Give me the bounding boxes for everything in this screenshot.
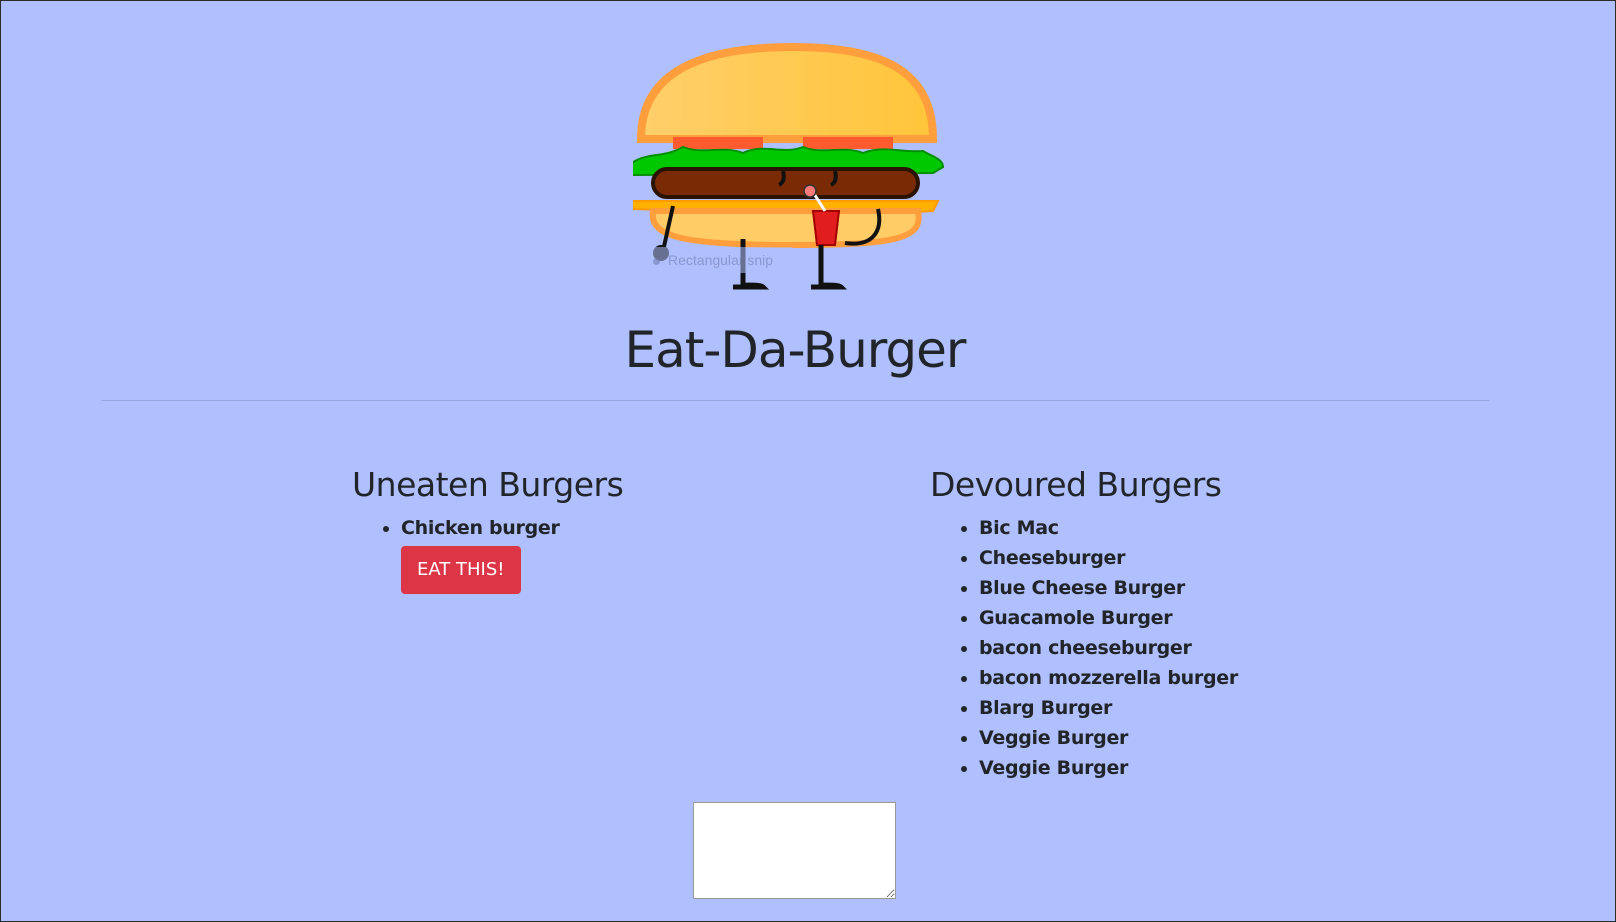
- header-divider: [101, 400, 1489, 401]
- list-item: Guacamole Burger: [979, 603, 1238, 633]
- uneaten-burgers-heading: Uneaten Burgers: [352, 465, 624, 504]
- burger-name-input[interactable]: [693, 802, 896, 899]
- list-item: Blarg Burger: [979, 693, 1238, 723]
- uneaten-burgers-list: Chicken burger EAT THIS!: [352, 513, 623, 594]
- uneaten-burgers-column: Uneaten Burgers Chicken burger EAT THIS!: [352, 461, 624, 594]
- list-item: Cheeseburger: [979, 543, 1238, 573]
- screen-snip-overlay: Rectangular snip: [643, 247, 793, 273]
- list-item: bacon mozzerella burger: [979, 663, 1238, 693]
- eat-this-button[interactable]: EAT THIS!: [401, 546, 521, 594]
- list-item: Veggie Burger: [979, 723, 1238, 753]
- list-item: Veggie Burger: [979, 753, 1238, 783]
- list-item: Chicken burger EAT THIS!: [401, 513, 623, 594]
- page-frame: Rectangular snip Eat-Da-Burger Uneaten B…: [0, 0, 1616, 922]
- page-title: Eat-Da-Burger: [624, 321, 966, 379]
- list-item: Blue Cheese Burger: [979, 573, 1238, 603]
- list-item: bacon cheeseburger: [979, 633, 1238, 663]
- devoured-burgers-column: Devoured Burgers Bic Mac Cheeseburger Bl…: [930, 461, 1238, 783]
- burger-name: Chicken burger: [401, 517, 560, 539]
- snip-overlay-label: Rectangular snip: [668, 252, 774, 268]
- list-item: Bic Mac: [979, 513, 1238, 543]
- snip-record-icon: [653, 257, 660, 265]
- devoured-burgers-list: Bic Mac Cheeseburger Blue Cheese Burger …: [930, 513, 1238, 783]
- devoured-burgers-heading: Devoured Burgers: [930, 465, 1222, 504]
